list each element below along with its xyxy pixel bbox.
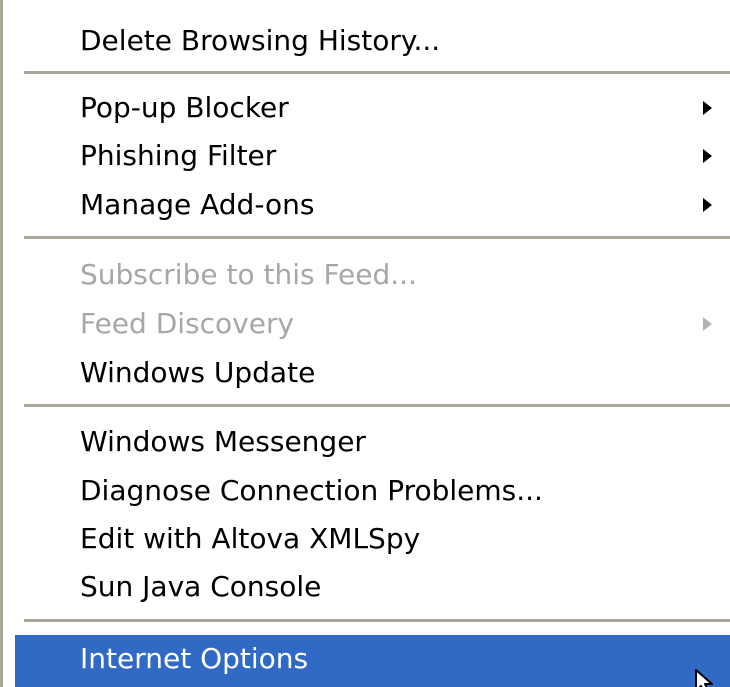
mouse-pointer-icon	[695, 669, 713, 687]
menu-separator	[24, 236, 730, 239]
menu-item-label: Delete Browsing History...	[80, 24, 441, 57]
menu-item-label: Phishing Filter	[80, 139, 277, 172]
menu-item-internet-options[interactable]: Internet Options	[15, 635, 730, 687]
menu-item-popup-blocker[interactable]: Pop-up Blocker	[15, 84, 730, 132]
menu-item-feed-discovery: Feed Discovery	[15, 300, 730, 348]
menu-left-border	[0, 0, 3, 687]
menu-item-label: Edit with Altova XMLSpy	[80, 522, 421, 555]
menu-item-label: Manage Add-ons	[80, 188, 315, 221]
menu-item-label: Diagnose Connection Problems...	[80, 474, 543, 507]
menu-item-label: Internet Options	[80, 642, 309, 675]
menu-item-label: Feed Discovery	[80, 307, 295, 340]
menu-item-diagnose-connection[interactable]: Diagnose Connection Problems...	[15, 467, 730, 515]
menu-item-sun-java-console[interactable]: Sun Java Console	[15, 563, 730, 611]
menu-separator	[24, 404, 730, 407]
menu-item-subscribe-feed: Subscribe to this Feed...	[15, 251, 730, 299]
menu-item-label: Windows Messenger	[80, 425, 366, 458]
submenu-arrow-icon	[703, 198, 712, 212]
tools-menu: Delete Browsing History... Pop-up Blocke…	[0, 0, 730, 687]
menu-separator	[24, 619, 730, 622]
submenu-arrow-icon	[703, 101, 712, 115]
menu-item-windows-update[interactable]: Windows Update	[15, 349, 730, 397]
menu-item-phishing-filter[interactable]: Phishing Filter	[15, 132, 730, 180]
menu-item-delete-browsing-history[interactable]: Delete Browsing History...	[15, 17, 730, 65]
submenu-arrow-icon	[703, 317, 712, 331]
menu-item-label: Windows Update	[80, 356, 316, 389]
menu-item-manage-add-ons[interactable]: Manage Add-ons	[15, 181, 730, 229]
menu-separator	[24, 71, 730, 74]
menu-item-label: Sun Java Console	[80, 570, 322, 603]
submenu-arrow-icon	[703, 149, 712, 163]
menu-item-windows-messenger[interactable]: Windows Messenger	[15, 418, 730, 466]
menu-item-label: Pop-up Blocker	[80, 91, 289, 124]
menu-item-edit-altova-xmlspy[interactable]: Edit with Altova XMLSpy	[15, 515, 730, 563]
menu-item-label: Subscribe to this Feed...	[80, 258, 417, 291]
